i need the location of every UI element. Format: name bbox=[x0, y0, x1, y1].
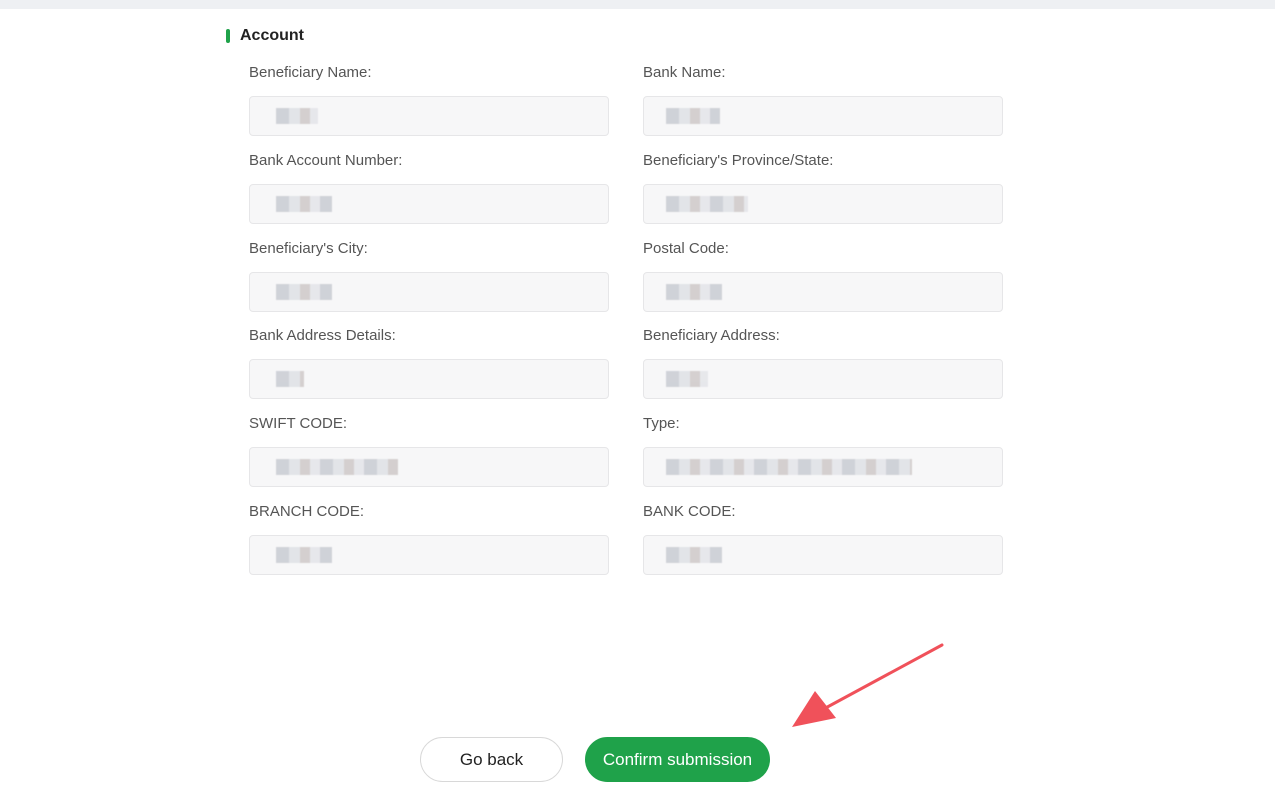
field-bank-code: BANK CODE: ████ bbox=[643, 502, 1003, 575]
field-value: ████ bbox=[276, 196, 332, 212]
field-label: Beneficiary Name: bbox=[249, 64, 372, 81]
field-label: SWIFT CODE: bbox=[249, 415, 348, 432]
field-label: Bank Name: bbox=[643, 64, 726, 81]
red-arrow-icon bbox=[792, 643, 944, 727]
field-beneficiary-name: Beneficiary Name: ███ bbox=[249, 63, 609, 136]
postal-code-input[interactable]: ████ bbox=[643, 272, 1003, 312]
field-value: ███ bbox=[276, 108, 318, 124]
field-value: ████ bbox=[276, 284, 332, 300]
field-label: BANK CODE: bbox=[643, 503, 736, 520]
field-swift-code: SWIFT CODE: █████████ bbox=[249, 414, 609, 487]
branch-code-input[interactable]: ████ bbox=[249, 535, 609, 575]
field-value: ██████ bbox=[666, 196, 748, 212]
field-beneficiary-address: Beneficiary Address: ███ bbox=[643, 326, 1003, 399]
field-value: ██ bbox=[276, 371, 304, 387]
beneficiary-name-input[interactable]: ███ bbox=[249, 96, 609, 136]
type-input[interactable]: ██████████████████ bbox=[643, 447, 1003, 487]
field-label: Bank Address Details: bbox=[249, 327, 396, 344]
field-label: Bank Account Number: bbox=[249, 152, 403, 169]
field-value: ███ bbox=[666, 371, 708, 387]
field-value: ██████████████████ bbox=[666, 459, 912, 475]
confirm-submission-button[interactable]: Confirm submission bbox=[585, 737, 770, 782]
field-value: █████████ bbox=[276, 459, 398, 475]
beneficiary-province-state-input[interactable]: ██████ bbox=[643, 184, 1003, 224]
field-value: ████ bbox=[666, 284, 722, 300]
field-label: Type: bbox=[643, 415, 680, 432]
field-postal-code: Postal Code: ████ bbox=[643, 239, 1003, 312]
bank-name-input[interactable]: ████ bbox=[643, 96, 1003, 136]
bank-code-input[interactable]: ████ bbox=[643, 535, 1003, 575]
field-beneficiary-province-state: Beneficiary's Province/State: ██████ bbox=[643, 151, 1003, 224]
section-accent-bar bbox=[226, 29, 230, 43]
field-label: Beneficiary Address: bbox=[643, 327, 780, 344]
field-label: Beneficiary's Province/State: bbox=[643, 152, 834, 169]
field-label: BRANCH CODE: bbox=[249, 503, 365, 520]
field-branch-code: BRANCH CODE: ████ bbox=[249, 502, 609, 575]
field-beneficiary-city: Beneficiary's City: ████ bbox=[249, 239, 609, 312]
field-bank-address-details: Bank Address Details: ██ bbox=[249, 326, 609, 399]
field-type: Type: ██████████████████ bbox=[643, 414, 1003, 487]
top-strip bbox=[0, 0, 1275, 9]
field-value: ████ bbox=[666, 547, 722, 563]
go-back-button[interactable]: Go back bbox=[420, 737, 563, 782]
field-bank-account-number: Bank Account Number: ████ bbox=[249, 151, 609, 224]
beneficiary-city-input[interactable]: ████ bbox=[249, 272, 609, 312]
field-value: ████ bbox=[666, 108, 720, 124]
section-header: Account bbox=[226, 27, 304, 45]
section-title: Account bbox=[240, 27, 304, 44]
field-label: Postal Code: bbox=[643, 240, 729, 257]
field-bank-name: Bank Name: ████ bbox=[643, 63, 1003, 136]
field-label: Beneficiary's City: bbox=[249, 240, 368, 257]
field-value: ████ bbox=[276, 547, 332, 563]
beneficiary-address-input[interactable]: ███ bbox=[643, 359, 1003, 399]
bank-address-details-input[interactable]: ██ bbox=[249, 359, 609, 399]
swift-code-input[interactable]: █████████ bbox=[249, 447, 609, 487]
bank-account-number-input[interactable]: ████ bbox=[249, 184, 609, 224]
